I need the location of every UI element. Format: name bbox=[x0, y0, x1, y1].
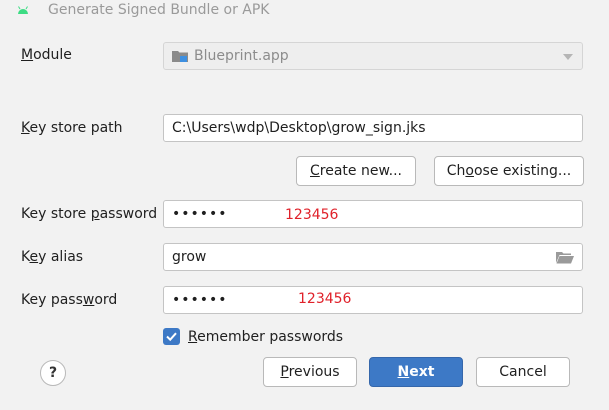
key-password-annotation: 123456 bbox=[298, 291, 352, 307]
module-label: Module bbox=[21, 47, 72, 63]
window-title: Generate Signed Bundle or APK bbox=[48, 2, 270, 18]
key-password-field[interactable]: •••••• bbox=[163, 286, 583, 314]
module-combobox[interactable]: Blueprint.app bbox=[163, 42, 583, 70]
remember-passwords-checkbox[interactable] bbox=[163, 328, 180, 345]
key-store-password-field[interactable]: •••••• bbox=[163, 200, 583, 228]
next-button[interactable]: Next bbox=[369, 357, 463, 387]
android-icon bbox=[18, 6, 28, 14]
cancel-button[interactable]: Cancel bbox=[476, 357, 570, 387]
key-store-path-value: C:\Users\wdp\Desktop\grow_sign.jks bbox=[172, 120, 426, 136]
module-value: Blueprint.app bbox=[194, 48, 289, 64]
key-store-path-field[interactable]: C:\Users\wdp\Desktop\grow_sign.jks bbox=[163, 114, 583, 142]
key-alias-value: grow bbox=[172, 249, 207, 265]
chevron-down-icon[interactable] bbox=[563, 54, 573, 60]
create-new-button[interactable]: Create new... bbox=[296, 156, 416, 186]
help-button[interactable]: ? bbox=[40, 360, 66, 386]
module-folder-icon bbox=[172, 51, 188, 62]
folder-open-icon[interactable] bbox=[556, 251, 574, 264]
choose-existing-button[interactable]: Choose existing... bbox=[434, 156, 584, 186]
remember-passwords-label[interactable]: Remember passwords bbox=[188, 328, 343, 346]
key-store-password-label: Key store password bbox=[21, 206, 158, 222]
checkmark-icon bbox=[166, 332, 177, 342]
title-bar: Generate Signed Bundle or APK bbox=[0, 0, 609, 24]
key-store-path-label: Key store path bbox=[21, 120, 123, 136]
key-alias-field[interactable]: grow bbox=[163, 243, 583, 271]
previous-button[interactable]: Previous bbox=[263, 357, 357, 387]
key-store-password-annotation: 123456 bbox=[285, 207, 339, 223]
key-password-label: Key password bbox=[21, 292, 118, 308]
key-alias-label: Key alias bbox=[21, 249, 84, 265]
key-password-masked: •••••• bbox=[172, 292, 228, 308]
key-store-password-masked: •••••• bbox=[172, 206, 228, 222]
